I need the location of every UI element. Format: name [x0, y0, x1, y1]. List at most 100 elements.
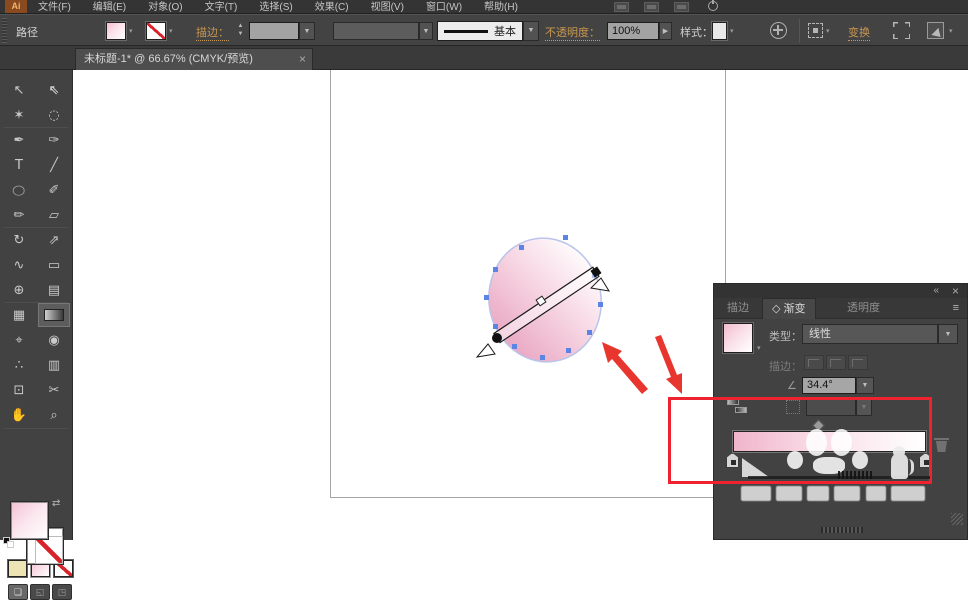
- draw-behind-mode-button[interactable]: ◱: [30, 584, 50, 600]
- arrange-documents-icon[interactable]: [644, 2, 659, 12]
- recolor-artwork-icon[interactable]: [770, 22, 787, 39]
- swap-fill-stroke-icon[interactable]: ⇄: [52, 498, 60, 509]
- hand-tool[interactable]: ✋: [3, 403, 35, 427]
- magic-wand-tool[interactable]: ✶: [3, 103, 35, 127]
- fill-indicator[interactable]: [10, 501, 49, 540]
- panel-grip[interactable]: [2, 18, 7, 43]
- symbol-sprayer-tool[interactable]: ∴: [3, 353, 35, 377]
- power-icon[interactable]: [708, 0, 718, 11]
- stroke-across-button[interactable]: [848, 355, 868, 370]
- stroke-within-button[interactable]: [804, 355, 824, 370]
- draw-normal-mode-button[interactable]: ❏: [8, 584, 28, 600]
- mesh-tool[interactable]: ▦: [3, 303, 35, 327]
- direct-selection-tool[interactable]: ⇖: [38, 78, 70, 102]
- fill-dropdown-caret[interactable]: ▾: [129, 27, 133, 35]
- draw-inside-mode-button[interactable]: ◳: [52, 584, 72, 600]
- stroke-weight-caret[interactable]: ▼: [299, 22, 315, 40]
- panel-resize-dots[interactable]: [821, 527, 863, 533]
- paintbrush-tool[interactable]: ✐: [38, 178, 70, 202]
- opacity-panel-link[interactable]: 不透明度：: [545, 24, 600, 41]
- stroke-panel-link[interactable]: 描边：: [196, 24, 229, 41]
- bridge-icon[interactable]: [614, 2, 629, 12]
- collapse-panel-icon[interactable]: «: [933, 285, 939, 296]
- menu-edit[interactable]: 编辑(E): [93, 1, 126, 14]
- selection-tool[interactable]: ↖: [3, 78, 35, 102]
- selection-type-label: 路径: [16, 27, 38, 39]
- menu-view[interactable]: 视图(V): [371, 1, 404, 14]
- menu-object[interactable]: 对象(O): [148, 1, 182, 14]
- pen-tool[interactable]: ✒: [3, 128, 35, 152]
- brush-pen-tool[interactable]: ✑: [38, 128, 70, 152]
- rotate-tool[interactable]: ↻: [3, 228, 35, 252]
- panel-header[interactable]: « ×: [714, 284, 967, 298]
- color-button[interactable]: [7, 559, 28, 578]
- gradient-start-handle[interactable]: [492, 333, 502, 343]
- tab-close-icon[interactable]: ×: [299, 49, 306, 70]
- eyedropper-tool[interactable]: ⌖: [3, 328, 35, 352]
- menu-window[interactable]: 窗口(W): [426, 1, 462, 14]
- transform-caret[interactable]: ▾: [949, 27, 953, 35]
- stroke-along-button[interactable]: [826, 355, 846, 370]
- graphic-style-swatch[interactable]: [711, 21, 728, 41]
- zoom-tool[interactable]: ⌕: [38, 403, 70, 427]
- brush-definition-caret[interactable]: ▼: [523, 21, 539, 41]
- annotation-red-rectangle: [668, 397, 932, 484]
- lasso-tool[interactable]: ◌: [38, 103, 70, 127]
- scale-tool[interactable]: ⇗: [38, 228, 70, 252]
- panel-menu-icon[interactable]: ≡: [953, 302, 959, 314]
- tab-gradient[interactable]: ◇ 渐变: [762, 298, 816, 319]
- tab-transparency[interactable]: 透明度: [838, 298, 889, 319]
- align-icon[interactable]: [893, 22, 910, 39]
- width-tool[interactable]: ∿: [3, 253, 35, 277]
- screen-mode-icon[interactable]: [674, 2, 689, 12]
- tab-stroke[interactable]: 描边: [718, 298, 758, 319]
- stroke-weight-stepper[interactable]: ▲ ▼: [236, 22, 245, 40]
- menu-type[interactable]: 文字(T): [205, 1, 238, 14]
- stroke-dropdown-caret[interactable]: ▾: [169, 27, 173, 35]
- gradient-tool[interactable]: [38, 303, 70, 327]
- menu-effect[interactable]: 效果(C): [315, 1, 349, 14]
- gradient-type-caret[interactable]: ▼: [938, 324, 958, 344]
- type-tool[interactable]: T: [3, 153, 35, 177]
- menu-file[interactable]: 文件(F): [38, 1, 71, 14]
- panel-resize-grip[interactable]: [951, 513, 963, 525]
- eraser-tool[interactable]: ▱: [38, 203, 70, 227]
- menu-help[interactable]: 帮助(H): [484, 1, 518, 14]
- column-graph-tool[interactable]: ▥: [38, 353, 70, 377]
- panel-tabs: 描边 ◇ 渐变 透明度: [714, 298, 967, 319]
- gradient-preview-swatch[interactable]: [722, 322, 754, 354]
- default-fill-stroke-icon[interactable]: [3, 537, 14, 548]
- angle-caret[interactable]: ▼: [856, 377, 874, 394]
- line-segment-tool[interactable]: ╱: [38, 153, 70, 177]
- shape-builder-tool[interactable]: ⊕: [3, 278, 35, 302]
- graphic-style-caret[interactable]: ▾: [730, 27, 734, 35]
- document-tab[interactable]: 未标题-1* @ 66.67% (CMYK/预览) ×: [75, 48, 313, 70]
- select-similar-caret[interactable]: ▾: [826, 27, 830, 35]
- tools-panel: ↖ ⇖ ✶ ◌ ✒ ✑ T ╱ ○ ✐ ✏ ▱ ↻ ⇗ ∿ ▭ ⊕ ▤ ▦ ⌖ …: [0, 70, 74, 600]
- type-label: 类型：: [769, 331, 802, 343]
- perspective-grid-tool[interactable]: ▤: [38, 278, 70, 302]
- ellipse-tool[interactable]: ○: [3, 178, 35, 202]
- variable-width-caret[interactable]: ▼: [419, 22, 433, 40]
- blend-tool[interactable]: ◉: [38, 328, 70, 352]
- angle-field[interactable]: 34.4°: [802, 377, 856, 394]
- slice-tool[interactable]: ✂: [38, 378, 70, 402]
- transform-panel-link[interactable]: 变换: [848, 24, 870, 41]
- menu-select[interactable]: 选择(S): [259, 1, 292, 14]
- pencil-tool[interactable]: ✏: [3, 203, 35, 227]
- gradient-preset-caret[interactable]: ▾: [757, 344, 761, 352]
- transform-icon[interactable]: [927, 22, 944, 39]
- select-similar-icon[interactable]: [808, 23, 823, 38]
- fill-color-swatch[interactable]: [105, 21, 127, 41]
- gradient-type-dropdown[interactable]: 线性: [802, 324, 938, 344]
- stroke-weight-field[interactable]: [249, 22, 299, 40]
- free-transform-tool[interactable]: ▭: [38, 253, 70, 277]
- stroke-color-swatch[interactable]: [145, 21, 167, 41]
- brush-definition-dropdown[interactable]: 基本: [437, 21, 523, 41]
- opacity-caret[interactable]: ▶: [659, 22, 672, 40]
- variable-width-profile-dropdown[interactable]: [333, 22, 419, 40]
- opacity-field[interactable]: 100%: [607, 22, 659, 40]
- close-panel-icon[interactable]: ×: [952, 284, 959, 298]
- delete-stop-icon[interactable]: [934, 436, 949, 453]
- artboard-tool[interactable]: ⊡: [3, 378, 35, 402]
